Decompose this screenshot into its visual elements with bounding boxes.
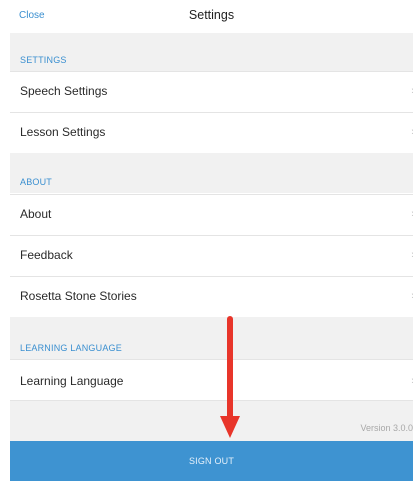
down-arrow-annotation	[220, 316, 240, 438]
section-header-learning-language: LEARNING LANGUAGE	[10, 317, 413, 359]
section-header-settings: SETTINGS	[10, 33, 413, 71]
settings-panel: Close Settings SETTINGS Speech Settings …	[10, 0, 413, 481]
row-label: Feedback	[20, 248, 73, 262]
row-label: Learning Language	[20, 374, 124, 388]
page-title: Settings	[188, 8, 235, 22]
section-title-settings: SETTINGS	[20, 55, 67, 65]
row-label: Rosetta Stone Stories	[20, 289, 137, 303]
settings-item-about[interactable]: About ›	[10, 194, 413, 234]
settings-item-learning-language[interactable]: Learning Language ›	[10, 359, 413, 401]
section-header-about: ABOUT	[10, 153, 413, 193]
row-label: About	[20, 207, 52, 221]
version-label: Version 3.0.0	[360, 423, 413, 433]
row-label: Speech Settings	[20, 84, 108, 98]
sign-out-button[interactable]: SIGN OUT	[10, 441, 413, 481]
section-title-about: ABOUT	[20, 177, 53, 187]
settings-header: Close Settings	[10, 0, 413, 33]
row-label: Lesson Settings	[20, 125, 106, 139]
settings-item-speech-settings[interactable]: Speech Settings ›	[10, 71, 413, 111]
settings-item-feedback[interactable]: Feedback ›	[10, 235, 413, 275]
settings-item-rosetta-stone-stories[interactable]: Rosetta Stone Stories ›	[10, 276, 413, 316]
section-title-learning-language: LEARNING LANGUAGE	[20, 343, 122, 353]
footer-area: Version 3.0.0	[10, 401, 413, 441]
settings-item-lesson-settings[interactable]: Lesson Settings ›	[10, 112, 413, 152]
